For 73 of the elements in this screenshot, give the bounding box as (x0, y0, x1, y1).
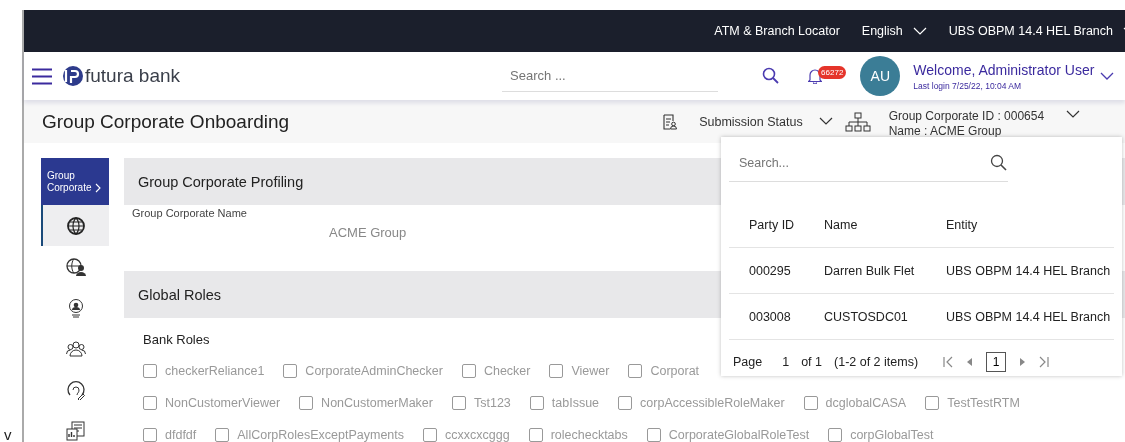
last-page-icon[interactable] (1038, 356, 1051, 368)
role-checkbox[interactable]: Corporat (628, 364, 700, 378)
top-bar-link[interactable]: ATM & Branch Locator (714, 24, 840, 38)
users-icon (66, 338, 86, 359)
role-checkbox[interactable]: tabIssue (529, 396, 600, 410)
next-page-icon[interactable] (1018, 357, 1027, 367)
report-icon (66, 420, 86, 441)
bell-icon[interactable] (808, 68, 823, 84)
chevron-down-icon[interactable] (1066, 110, 1081, 119)
section-title: Global Roles (138, 286, 221, 303)
role-checkbox[interactable]: Viewer (549, 364, 610, 378)
subsection-title: Bank Roles (143, 332, 211, 347)
role-checkbox[interactable]: AllCorpRolesExceptPayments (215, 428, 405, 442)
document-user-icon (663, 113, 678, 130)
role-checkbox[interactable]: TestTestRTM (925, 396, 1020, 410)
page-number: 1 (782, 355, 790, 369)
last-login-text: Last login 7/25/22, 10:04 AM (913, 80, 1023, 91)
role-checkbox[interactable]: checkerReliance1 (143, 364, 265, 378)
top-bar-link[interactable]: English (861, 24, 927, 38)
role-checkbox[interactable]: dfdfdf (143, 428, 197, 442)
chevron-down-icon[interactable] (818, 117, 833, 126)
item-count: (1-2 of 2 items) (834, 355, 919, 369)
group-corporate-name: Name : ACME Group (888, 123, 1003, 139)
role-checkbox[interactable]: NonCustomerViewer (143, 396, 281, 410)
hierarchy-icon (844, 111, 871, 132)
welcome-text[interactable]: Welcome, Administrator User (913, 61, 1095, 78)
search-icon[interactable] (762, 67, 781, 85)
avatar[interactable]: AU (860, 56, 901, 96)
table-cell-text: 000295 (749, 263, 792, 278)
notification-badge: 66272 (818, 65, 847, 79)
section-title: Group Corporate Profiling (138, 173, 304, 190)
field-value: ACME Group (329, 225, 407, 240)
table-cell-text: UBS OBPM 14.4 HEL Branch (946, 263, 1112, 278)
column-header: Name (824, 217, 859, 232)
role-checkbox[interactable]: corpGlobalTest (828, 428, 934, 442)
role-checkbox[interactable]: corpAccessibleRoleMaker (618, 396, 785, 410)
globe-user-icon (66, 256, 86, 277)
previous-page-icon[interactable] (966, 357, 975, 367)
sidebar-item[interactable] (41, 205, 109, 246)
table-cell-text: Darren Bulk Flet (824, 263, 916, 278)
first-page-icon[interactable] (942, 356, 955, 368)
logo-text: futura bank (85, 65, 181, 87)
top-bar-link[interactable]: UBS OBPM 14.4 HEL Branch (948, 24, 1125, 38)
page-title: Group Corporate Onboarding (42, 110, 290, 133)
globe-icon (66, 215, 86, 236)
role-checkbox[interactable]: CorporateGlobalRoleTest (646, 428, 810, 442)
table-cell-text: CUSTOSDC01 (824, 309, 909, 324)
chevron-down-icon[interactable] (1100, 71, 1115, 81)
table-cell-text: UBS OBPM 14.4 HEL Branch (946, 309, 1112, 324)
table-cell-text: 003008 (749, 309, 792, 324)
column-header: Party ID (749, 217, 796, 232)
role-checkbox[interactable]: ccxxcxcggg (423, 428, 510, 442)
column-header: Entity (946, 217, 979, 232)
menu-icon[interactable] (32, 67, 52, 85)
group-corporate-id: Group Corporate ID : 000654 (888, 108, 1045, 124)
role-checkbox[interactable]: Tst123 (451, 396, 511, 410)
logo-icon (61, 65, 83, 87)
search-icon[interactable] (990, 154, 1008, 172)
role-checkbox[interactable]: dcglobalCASA (803, 396, 907, 410)
role-checkbox[interactable]: Checker (461, 364, 531, 378)
page-count: of 1 (801, 355, 822, 369)
sidebar-header[interactable]: Group Corporate (41, 158, 109, 205)
submission-status-dropdown[interactable]: Submission Status (699, 114, 803, 129)
role-checkbox[interactable]: CorporateAdminChecker (283, 364, 443, 378)
current-page-button[interactable]: 1 (986, 352, 1007, 372)
page-label: Page (733, 355, 763, 369)
headset-icon (66, 379, 86, 400)
user-badge-icon (66, 297, 86, 318)
field-label: Group Corporate Name (132, 207, 248, 219)
stray-text: v (4, 426, 12, 442)
role-checkbox[interactable]: NonCustomerMaker (299, 396, 433, 410)
chevron-right-icon (95, 182, 102, 193)
role-checkbox[interactable]: rolechecktabs (528, 428, 628, 442)
